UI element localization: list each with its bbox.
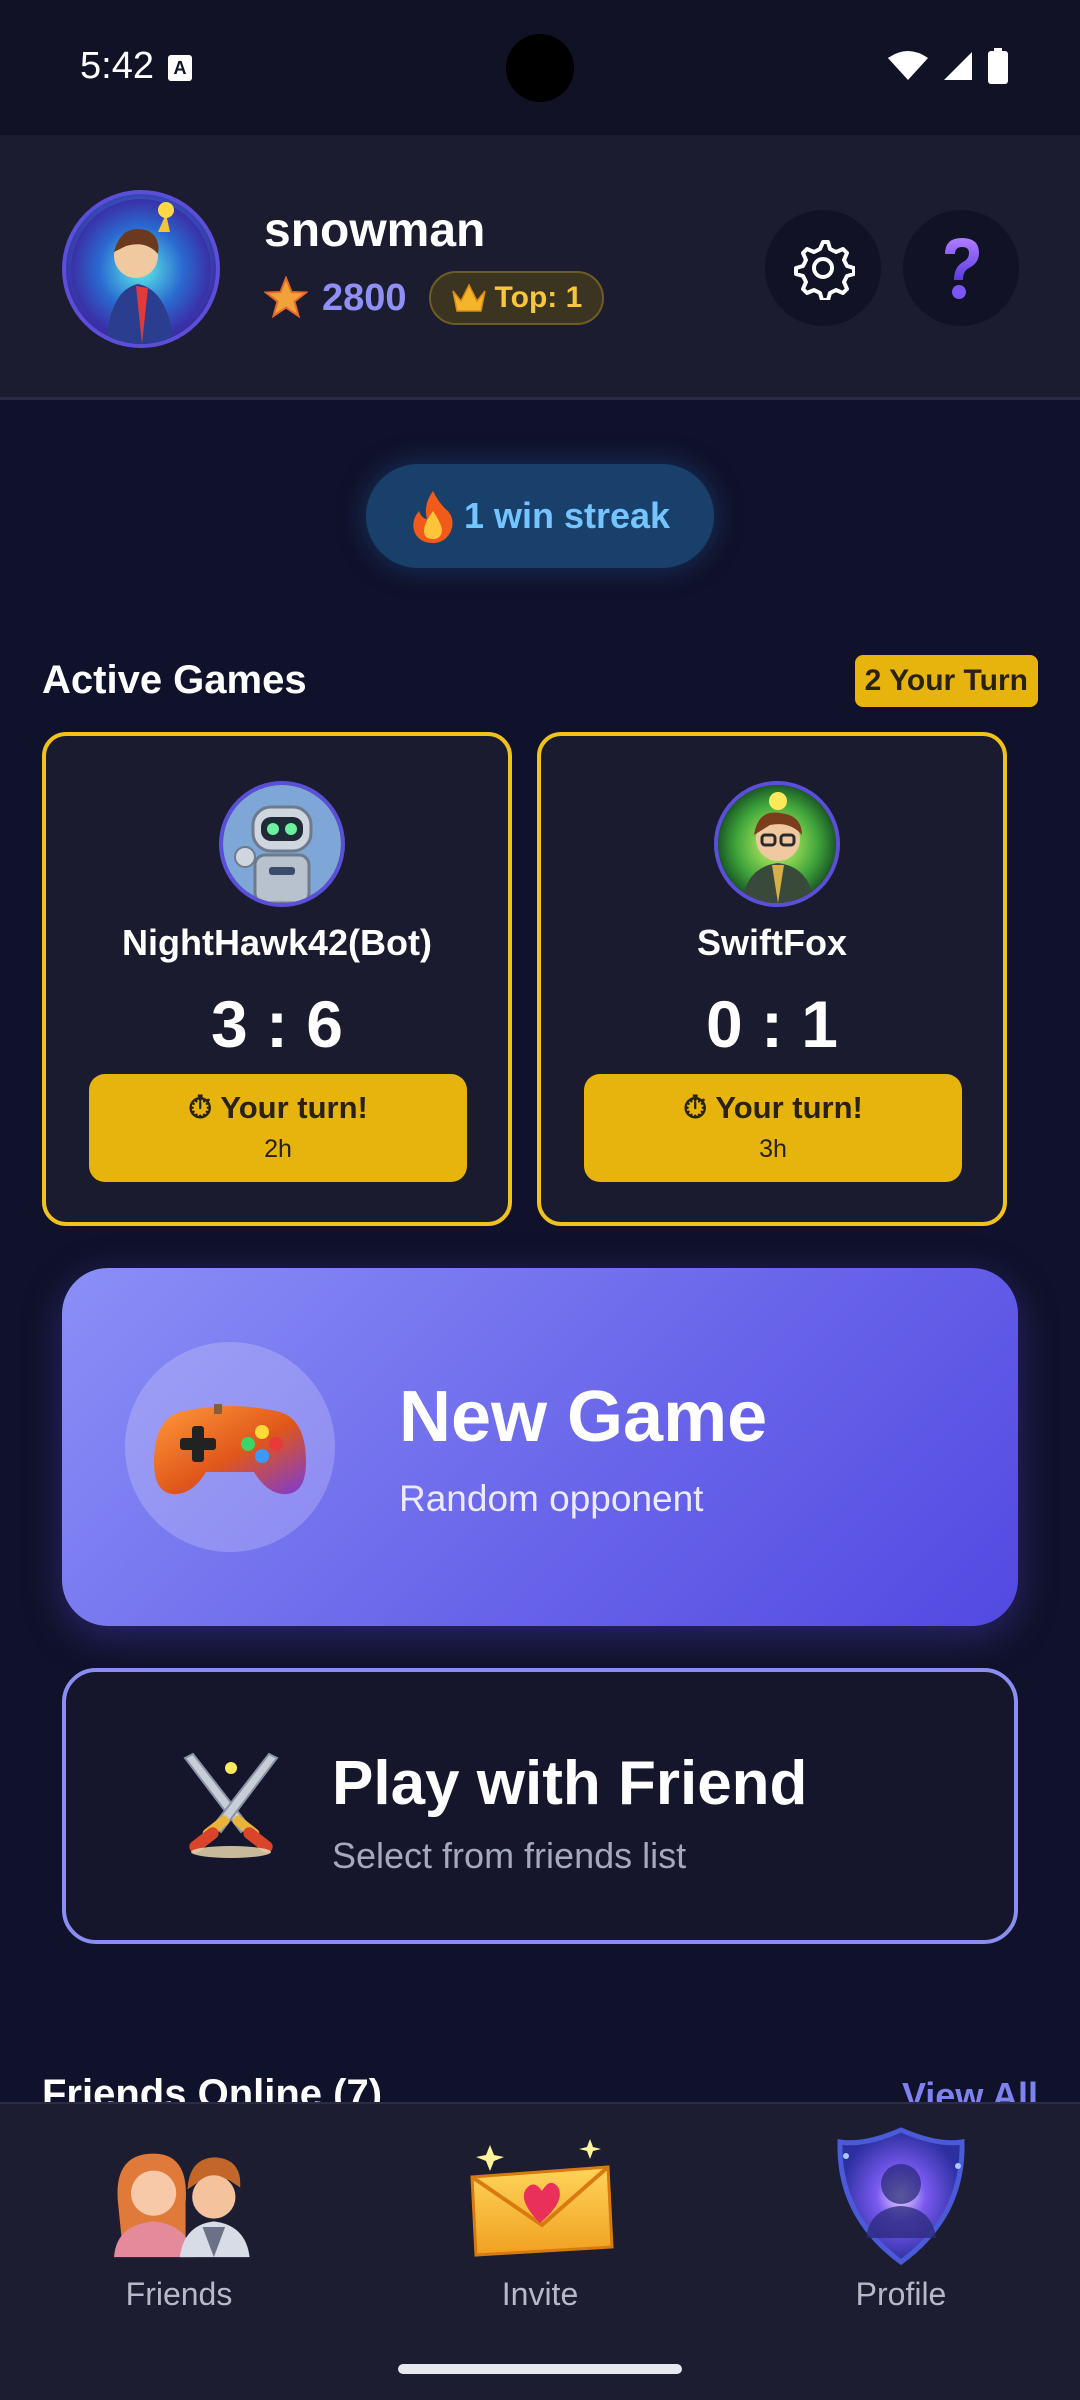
opponent-name: NightHawk42(Bot) — [121, 922, 432, 963]
nav-label-invite: Invite — [501, 2276, 579, 2312]
play-with-friend-button[interactable]: Play with Friend Select from friends lis… — [62, 1668, 1018, 1944]
wifi-icon — [888, 51, 928, 80]
turn-time: 2h — [264, 1135, 292, 1163]
your-turn-count-badge: 2 Your Turn — [854, 655, 1038, 707]
kid-with-glasses-avatar-icon — [718, 785, 836, 903]
accessibility-icon: A — [168, 55, 192, 81]
user-avatar[interactable] — [62, 190, 220, 348]
username: snowman — [264, 204, 486, 257]
game-score: 0 : 1 — [705, 987, 839, 1061]
settings-button[interactable] — [765, 210, 881, 326]
top-rank-label: Top: 1 — [494, 281, 583, 314]
opponent-name: SwiftFox — [697, 922, 847, 963]
turn-time: 3h — [759, 1135, 787, 1163]
profile-shield-icon — [821, 2126, 981, 2266]
your-turn-button[interactable]: ⏱ Your turn! 3h — [584, 1074, 962, 1182]
battery-icon — [988, 48, 1008, 84]
status-time: 5:42 — [80, 45, 154, 87]
play-with-friend-icon-wrap — [166, 1742, 296, 1872]
screen: 5:42 A snowman 2800 Top: 1 1 win streak … — [0, 0, 1080, 2400]
camera-cutout — [506, 34, 574, 102]
gear-icon — [794, 240, 855, 300]
nav-item-invite[interactable]: Invite — [390, 2126, 690, 2313]
robot-avatar-icon — [223, 785, 341, 903]
help-button[interactable] — [903, 210, 1019, 326]
status-icons — [888, 48, 1008, 84]
crown-icon — [451, 283, 486, 312]
game-score: 3 : 6 — [210, 987, 344, 1061]
question-mark-icon — [945, 238, 979, 299]
status-bar: 5:42 A — [0, 0, 1080, 135]
kid-hero-avatar-icon — [71, 199, 211, 344]
new-game-button[interactable]: New Game Random opponent — [62, 1268, 1018, 1626]
your-turn-label: ⏱ Your turn! — [683, 1090, 863, 1125]
new-game-icon-circle — [125, 1342, 335, 1552]
bottom-nav: Friends Invite Profile — [0, 2102, 1080, 2400]
opponent-avatar — [219, 781, 345, 907]
home-indicator[interactable] — [398, 2364, 682, 2374]
rating-value: 2800 — [322, 276, 407, 319]
game-card[interactable]: NightHawk42(Bot) 3 : 6 ⏱ Your turn! 2h — [42, 732, 512, 1226]
nav-label-friends: Friends — [125, 2276, 233, 2312]
friends-icon — [99, 2126, 259, 2266]
nav-label-profile: Profile — [855, 2276, 947, 2312]
new-game-subtitle: Random opponent — [399, 1478, 704, 1519]
opponent-avatar — [714, 781, 840, 907]
your-turn-label: ⏱ Your turn! — [188, 1090, 368, 1125]
gamepad-icon — [154, 1404, 306, 1495]
signal-icon — [944, 52, 972, 80]
your-turn-button[interactable]: ⏱ Your turn! 2h — [89, 1074, 467, 1182]
star-icon — [264, 276, 308, 319]
play-with-friend-title: Play with Friend — [332, 1749, 808, 1818]
active-games-title: Active Games — [42, 658, 307, 702]
heart-envelope-icon — [460, 2126, 620, 2266]
nav-item-profile[interactable]: Profile — [751, 2126, 1051, 2313]
crossed-swords-icon — [183, 1752, 279, 1858]
nav-item-friends[interactable]: Friends — [29, 2126, 329, 2313]
win-streak-label: 1 win streak — [463, 495, 671, 536]
rating-row: 2800 Top: 1 — [264, 271, 605, 325]
new-game-title: New Game — [399, 1377, 768, 1457]
fire-icon — [413, 491, 453, 543]
top-rank-badge: Top: 1 — [428, 271, 605, 325]
win-streak-pill: 1 win streak — [366, 464, 714, 568]
profile-header: snowman 2800 Top: 1 — [0, 135, 1080, 400]
game-card[interactable]: SwiftFox 0 : 1 ⏱ Your turn! 3h — [537, 732, 1007, 1226]
play-with-friend-subtitle: Select from friends list — [332, 1835, 687, 1876]
